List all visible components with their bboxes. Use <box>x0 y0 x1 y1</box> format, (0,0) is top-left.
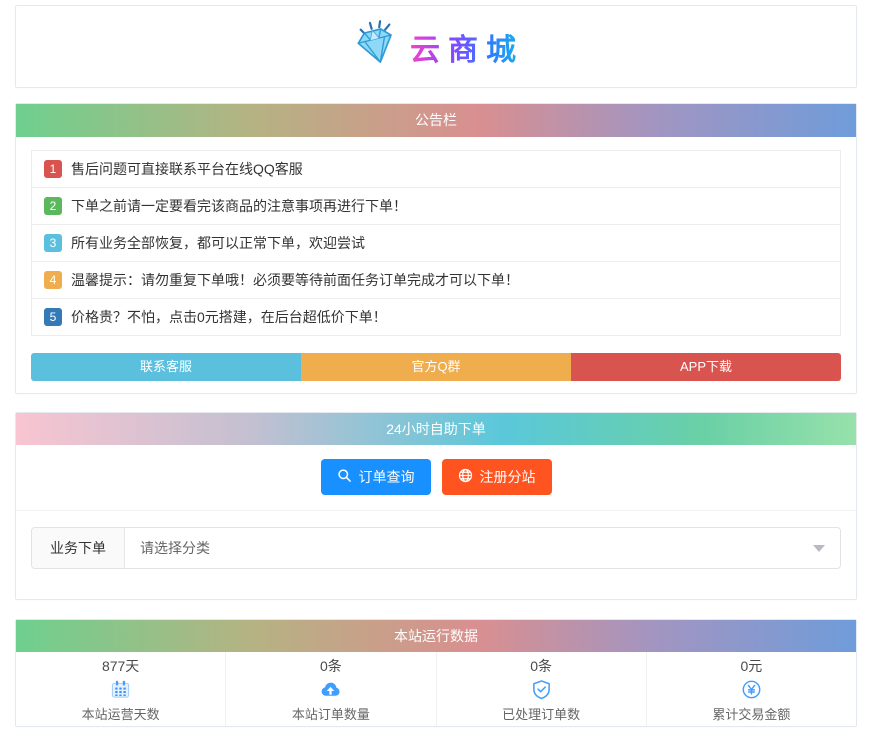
announcement-text: 所有业务全部恢复，都可以正常下单，欢迎尝试 <box>71 235 365 251</box>
site-title: 云商城 <box>410 25 524 69</box>
site-logo-card: 云商城 <box>15 5 857 88</box>
app-download-button[interactable]: APP下载 <box>571 353 841 381</box>
announcement-item: 5 价格贵？不怕，点击0元搭建，在后台超低价下单！ <box>31 298 841 336</box>
site-stats-header: 本站运行数据 <box>16 620 856 652</box>
stat-label: 累计交易金额 <box>712 706 791 722</box>
register-substation-label: 注册分站 <box>479 469 536 485</box>
chevron-down-icon <box>813 545 825 552</box>
announcement-item: 3 所有业务全部恢复，都可以正常下单，欢迎尝试 <box>31 224 841 262</box>
stat-label: 本站运营天数 <box>81 706 160 722</box>
order-query-button[interactable]: 订单查询 <box>320 459 431 495</box>
search-icon <box>337 468 352 486</box>
announcement-text: 下单之前请一定要看完该商品的注意事项再进行下单！ <box>71 198 407 214</box>
globe-icon <box>458 468 473 486</box>
self-order-card: 24小时自助下单 订单查询 注册分站 业务下单 请选择分类 <box>15 412 857 600</box>
yen-circle-icon <box>741 679 762 701</box>
calendar-icon <box>110 679 131 701</box>
contact-support-button[interactable]: 联系客服 <box>31 353 301 381</box>
diamond-icon <box>348 17 402 76</box>
stat-value: 877天 <box>101 657 140 674</box>
stat-processed-orders: 0条 已处理订单数 <box>435 652 646 726</box>
stat-value: 0元 <box>740 657 763 674</box>
stat-order-count: 0条 本站订单数量 <box>225 652 435 726</box>
stat-label: 已处理订单数 <box>502 706 581 722</box>
stats-row: 877天 本站运营天数 0条 本站订单数量 0条 已处理订单数 0元 累计交易金… <box>16 652 856 726</box>
announcement-text: 温馨提示：请勿重复下单哦！必须要等待前面任务订单完成才可以下单！ <box>71 272 519 288</box>
announcement-item: 1 售后问题可直接联系平台在线QQ客服 <box>31 150 841 188</box>
announcement-text: 价格贵？不怕，点击0元搭建，在后台超低价下单！ <box>71 309 387 325</box>
stat-value: 0条 <box>530 657 553 674</box>
site-stats-card: 本站运行数据 877天 本站运营天数 0条 本站订单数量 0条 已处理订单数 0… <box>15 619 857 727</box>
announcement-text: 售后问题可直接联系平台在线QQ客服 <box>71 161 303 177</box>
item-number-badge: 4 <box>44 271 62 289</box>
category-input-group: 业务下单 请选择分类 <box>31 527 841 569</box>
register-substation-button[interactable]: 注册分站 <box>441 459 552 495</box>
announcement-item: 4 温馨提示：请勿重复下单哦！必须要等待前面任务订单完成才可以下单！ <box>31 261 841 299</box>
official-qq-group-button[interactable]: 官方Q群 <box>301 353 571 381</box>
announcement-header: 公告栏 <box>16 104 856 137</box>
shield-check-icon <box>531 679 552 701</box>
category-select-placeholder: 请选择分类 <box>140 540 210 556</box>
item-number-badge: 3 <box>44 234 62 252</box>
category-select[interactable]: 请选择分类 <box>125 528 840 568</box>
announcement-card: 公告栏 1 售后问题可直接联系平台在线QQ客服 2 下单之前请一定要看完该商品的… <box>15 103 857 394</box>
page-container: 云商城 公告栏 1 售后问题可直接联系平台在线QQ客服 2 下单之前请一定要看完… <box>15 0 857 727</box>
stat-total-amount: 0元 累计交易金额 <box>645 652 856 726</box>
cloud-upload-icon <box>320 679 341 701</box>
item-number-badge: 2 <box>44 197 62 215</box>
order-form-label: 业务下单 <box>32 528 125 568</box>
order-form-section: 业务下单 请选择分类 <box>16 511 856 599</box>
stat-value: 0条 <box>319 657 342 674</box>
order-query-label: 订单查询 <box>358 469 415 485</box>
announcement-list: 1 售后问题可直接联系平台在线QQ客服 2 下单之前请一定要看完该商品的注意事项… <box>31 150 841 336</box>
self-order-header: 24小时自助下单 <box>16 413 856 445</box>
stat-label: 本站订单数量 <box>291 706 370 722</box>
announcement-button-row: 联系客服 官方Q群 APP下载 <box>31 353 841 381</box>
announcement-item: 2 下单之前请一定要看完该商品的注意事项再进行下单！ <box>31 187 841 225</box>
item-number-badge: 5 <box>44 308 62 326</box>
item-number-badge: 1 <box>44 160 62 178</box>
order-action-row: 订单查询 注册分站 <box>16 445 856 511</box>
stat-operating-days: 877天 本站运营天数 <box>16 652 225 726</box>
